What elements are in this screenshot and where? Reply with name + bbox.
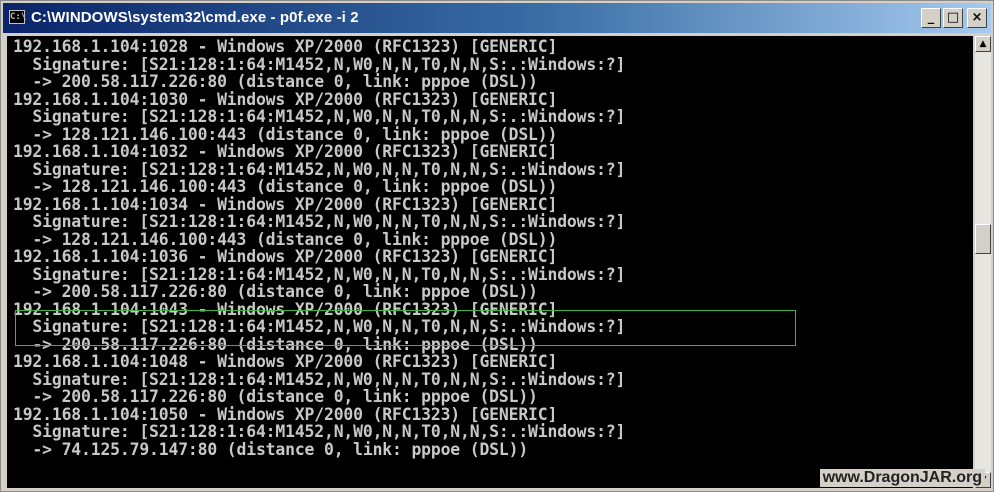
console-app-icon[interactable]: C:\ [9,10,26,24]
console-line: -> 200.58.117.226:80 (distance 0, link: … [13,387,538,406]
watermark: www.DragonJAR.org [819,469,985,487]
console-line: 192.168.1.104:1030 - Windows XP/2000 (RF… [13,89,558,109]
console-line: 192.168.1.104:1028 - Windows XP/2000 (RF… [13,37,558,56]
scroll-up-arrow-icon[interactable]: ▲ [975,36,991,52]
console-line: Signature: [S21:128:1:64:M1452,N,W0,N,N,… [13,264,626,284]
console-output[interactable]: 192.168.1.104:1028 - Windows XP/2000 (RF… [7,36,973,488]
console-line: Signature: [S21:128:1:64:M1452,N,W0,N,N,… [13,422,626,441]
console-lines: 192.168.1.104:1028 - Windows XP/2000 (RF… [13,38,625,458]
console-line: -> 200.58.117.226:80 (distance 0, link: … [13,282,538,301]
console-line: -> 74.125.79.147:80 (distance 0, link: p… [13,439,529,459]
vertical-scrollbar[interactable]: ▲ ▼ [975,36,991,488]
highlight-box [15,310,796,346]
console-line: Signature: [S21:128:1:64:M1452,N,W0,N,N,… [13,159,626,179]
console-line: 192.168.1.104:1032 - Windows XP/2000 (RF… [13,142,558,161]
cmd-window: C:\ C:\WINDOWS\system32\cmd.exe - p0f.ex… [0,0,994,492]
console-line: Signature: [S21:128:1:64:M1452,N,W0,N,N,… [13,54,626,74]
console-line: -> 200.58.117.226:80 (distance 0, link: … [13,72,538,91]
console-line: -> 128.121.146.100:443 (distance 0, link… [13,177,558,196]
console-line: -> 128.121.146.100:443 (distance 0, link… [13,229,558,249]
scroll-thumb[interactable] [975,224,991,254]
maximize-button[interactable]: □ [943,8,963,28]
title-bar[interactable]: C:\ C:\WINDOWS\system32\cmd.exe - p0f.ex… [3,3,991,33]
console-line: Signature: [S21:128:1:64:M1452,N,W0,N,N,… [13,369,626,389]
console-line: 192.168.1.104:1050 - Windows XP/2000 (RF… [13,404,558,424]
console-line: -> 128.121.146.100:443 (distance 0, link… [13,124,558,144]
console-line: Signature: [S21:128:1:64:M1452,N,W0,N,N,… [13,212,626,231]
window-title: C:\WINDOWS\system32\cmd.exe - p0f.exe -i… [31,9,359,26]
console-line: 192.168.1.104:1048 - Windows XP/2000 (RF… [13,352,558,371]
window-controls: _ □ × [921,8,987,28]
minimize-button[interactable]: _ [921,8,941,28]
console-line: 192.168.1.104:1036 - Windows XP/2000 (RF… [13,247,558,266]
console-line: Signature: [S21:128:1:64:M1452,N,W0,N,N,… [13,107,626,126]
console-line: 192.168.1.104:1034 - Windows XP/2000 (RF… [13,194,558,214]
close-button[interactable]: × [967,8,987,28]
